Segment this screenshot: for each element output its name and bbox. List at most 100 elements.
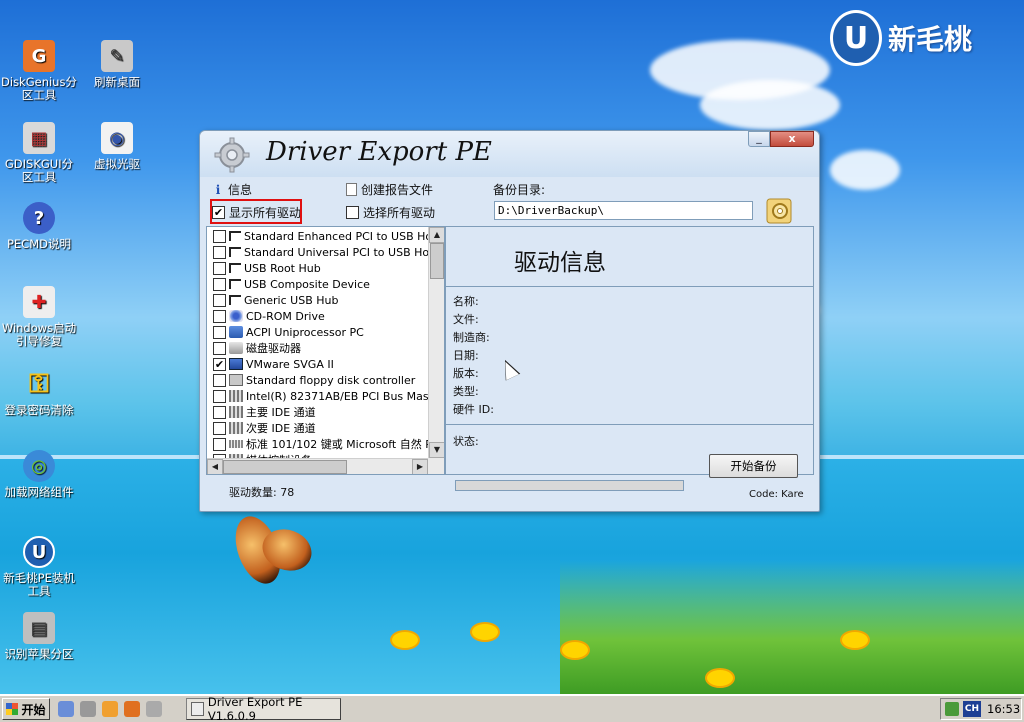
driver-checkbox[interactable]: [213, 293, 226, 307]
vertical-scrollbar[interactable]: ▲ ▼: [428, 227, 444, 458]
desktop-icon-network[interactable]: ◎ 加载网络组件: [0, 450, 78, 499]
select-all-checkbox-box[interactable]: [346, 206, 359, 219]
flower-decoration: [560, 640, 590, 660]
driver-checkbox[interactable]: [213, 229, 226, 243]
status-label: 状态:: [453, 435, 479, 448]
usb-device-icon: [229, 231, 241, 241]
driver-list-item[interactable]: 主要 IDE 通道: [207, 404, 316, 420]
scroll-corner: [428, 458, 444, 474]
driver-name: 主要 IDE 通道: [246, 406, 316, 419]
quicklaunch-folder-icon[interactable]: [102, 701, 118, 717]
field-date: 日期:: [453, 349, 479, 362]
close-button[interactable]: x: [770, 131, 814, 147]
select-all-drivers-checkbox[interactable]: 选择所有驱动: [346, 204, 435, 221]
desktop-icon-label: 新毛桃PE装机工具: [3, 571, 75, 598]
quicklaunch-tool-icon[interactable]: [58, 701, 74, 717]
brand-logo: U 新毛桃: [830, 10, 972, 66]
scroll-thumb[interactable]: [430, 243, 444, 279]
gear-icon: [214, 137, 250, 173]
quicklaunch-eraser-icon[interactable]: [146, 701, 162, 717]
driver-checkbox[interactable]: [213, 309, 226, 323]
quicklaunch-explorer-icon[interactable]: [124, 701, 140, 717]
driver-list-item[interactable]: USB Composite Device: [207, 276, 370, 292]
scroll-thumb[interactable]: [223, 460, 347, 474]
driver-list-item[interactable]: Standard floppy disk controller: [207, 372, 415, 388]
desktop-icon-label: 刷新桌面: [94, 75, 140, 89]
network-tray-icon[interactable]: [945, 702, 959, 716]
driver-name: CD-ROM Drive: [246, 309, 325, 323]
scroll-up-arrow-icon[interactable]: ▲: [429, 227, 444, 243]
key-icon: ⚿: [29, 368, 49, 399]
driver-name: Standard Universal PCI to USB Host Contr…: [244, 245, 444, 259]
info-icon: i: [215, 182, 221, 197]
network-globe-icon: ◎: [23, 450, 55, 482]
driver-list-item[interactable]: Standard Universal PCI to USB Host Contr…: [207, 244, 444, 260]
desktop-icon-diskgenius[interactable]: G DiskGenius分区工具: [0, 40, 78, 102]
info-option[interactable]: i 信息: [212, 181, 252, 198]
driver-list-item[interactable]: ✔ VMware SVGA II: [207, 356, 334, 372]
driver-checkbox[interactable]: [213, 277, 226, 291]
driver-checkbox[interactable]: [213, 373, 226, 387]
driver-list-item[interactable]: CD-ROM Drive: [207, 308, 325, 324]
driver-info-panel: 驱动信息 名称: 文件: 制造商: 日期: 版本: 类型: 硬件 ID: 状态:…: [445, 226, 814, 478]
driver-checkbox[interactable]: [213, 325, 226, 339]
desktop-icon-label: 虚拟光驱: [94, 157, 140, 171]
desktop-icon-installer[interactable]: U 新毛桃PE装机工具: [0, 536, 78, 598]
scroll-right-arrow-icon[interactable]: ▶: [412, 459, 428, 474]
driver-checkbox[interactable]: [213, 405, 226, 419]
cd-device-icon: [229, 310, 243, 322]
scroll-left-arrow-icon[interactable]: ◀: [207, 459, 223, 474]
driver-list-item[interactable]: Standard Enhanced PCI to USB Host Contro…: [207, 228, 444, 244]
desktop-icon-pecmd[interactable]: ? PECMD说明: [0, 202, 78, 251]
taskbar-item-driver-export[interactable]: Driver Export PE V1.6.0.9: [186, 695, 341, 722]
quicklaunch-printer-icon[interactable]: [80, 701, 96, 717]
driver-checkbox[interactable]: [213, 421, 226, 435]
kbd-device-icon: [229, 440, 243, 448]
create-report-option[interactable]: 创建报告文件: [346, 181, 433, 198]
document-icon: [346, 183, 357, 196]
driver-list-item[interactable]: USB Root Hub: [207, 260, 321, 276]
select-all-drivers-label: 选择所有驱动: [363, 206, 436, 220]
driver-checkbox[interactable]: [213, 437, 226, 451]
backup-dir-input[interactable]: [494, 201, 753, 220]
driver-list-item[interactable]: 磁盘驱动器: [207, 340, 301, 356]
driver-name: Intel(R) 82371AB/EB PCI Bus Master IDE C…: [246, 389, 445, 403]
scroll-down-arrow-icon[interactable]: ▼: [429, 442, 444, 458]
driver-list-item[interactable]: Intel(R) 82371AB/EB PCI Bus Master IDE C…: [207, 388, 445, 404]
start-backup-button[interactable]: 开始备份: [709, 454, 798, 478]
minimize-button[interactable]: _: [748, 131, 770, 147]
driver-list-item[interactable]: 次要 IDE 通道: [207, 420, 316, 436]
desktop-icon-refresh[interactable]: ✎ 刷新桌面: [78, 40, 156, 89]
driver-name: 标准 101/102 键或 Microsoft 自然 PS/2 键盘: [246, 438, 444, 451]
browse-folder-gear-icon[interactable]: [765, 195, 793, 225]
input-language-indicator[interactable]: CH: [963, 701, 981, 717]
driver-list-item[interactable]: 标准 101/102 键或 Microsoft 自然 PS/2 键盘: [207, 436, 444, 452]
pc-device-icon: [229, 326, 243, 338]
horizontal-scrollbar[interactable]: ◀ ▶: [207, 458, 428, 474]
display-device-icon: [229, 358, 243, 370]
driver-checkbox[interactable]: [213, 389, 226, 403]
driver-name: USB Composite Device: [244, 277, 370, 291]
disk-drive-icon: ▤: [23, 612, 55, 644]
title-bar[interactable]: Driver Export PE _ x: [200, 131, 819, 177]
field-manufacturer: 制造商:: [453, 331, 490, 344]
desktop-icon-boot-repair[interactable]: ✚ Windows启动引导修复: [0, 286, 78, 348]
start-button[interactable]: 开始: [2, 698, 50, 720]
driver-name: VMware SVGA II: [246, 357, 334, 371]
driver-list[interactable]: Standard Enhanced PCI to USB Host Contro…: [206, 226, 445, 475]
driver-list-item[interactable]: ACPI Uniprocessor PC: [207, 324, 364, 340]
driver-checkbox[interactable]: [213, 341, 226, 355]
driver-checkbox[interactable]: [213, 245, 226, 259]
driver-checkbox[interactable]: ✔: [213, 357, 226, 371]
usb-device-icon: [229, 263, 241, 273]
field-version: 版本:: [453, 367, 479, 380]
driver-list-item[interactable]: Generic USB Hub: [207, 292, 338, 308]
desktop-icon-password-clear[interactable]: ⚿ 登录密码清除: [0, 368, 78, 417]
desktop-icon-virtual-drive[interactable]: ◉ 虚拟光驱: [78, 122, 156, 171]
desktop-icon-apple-partition[interactable]: ▤ 识别苹果分区: [0, 612, 78, 661]
driver-checkbox[interactable]: [213, 261, 226, 275]
desktop-icon-label: Windows启动引导修复: [1, 321, 77, 348]
field-name: 名称:: [453, 295, 479, 308]
desktop-icon-gdiskgui[interactable]: ▦ GDISKGUI分区工具: [0, 122, 78, 184]
driver-name: Standard Enhanced PCI to USB Host Contro…: [244, 229, 444, 243]
